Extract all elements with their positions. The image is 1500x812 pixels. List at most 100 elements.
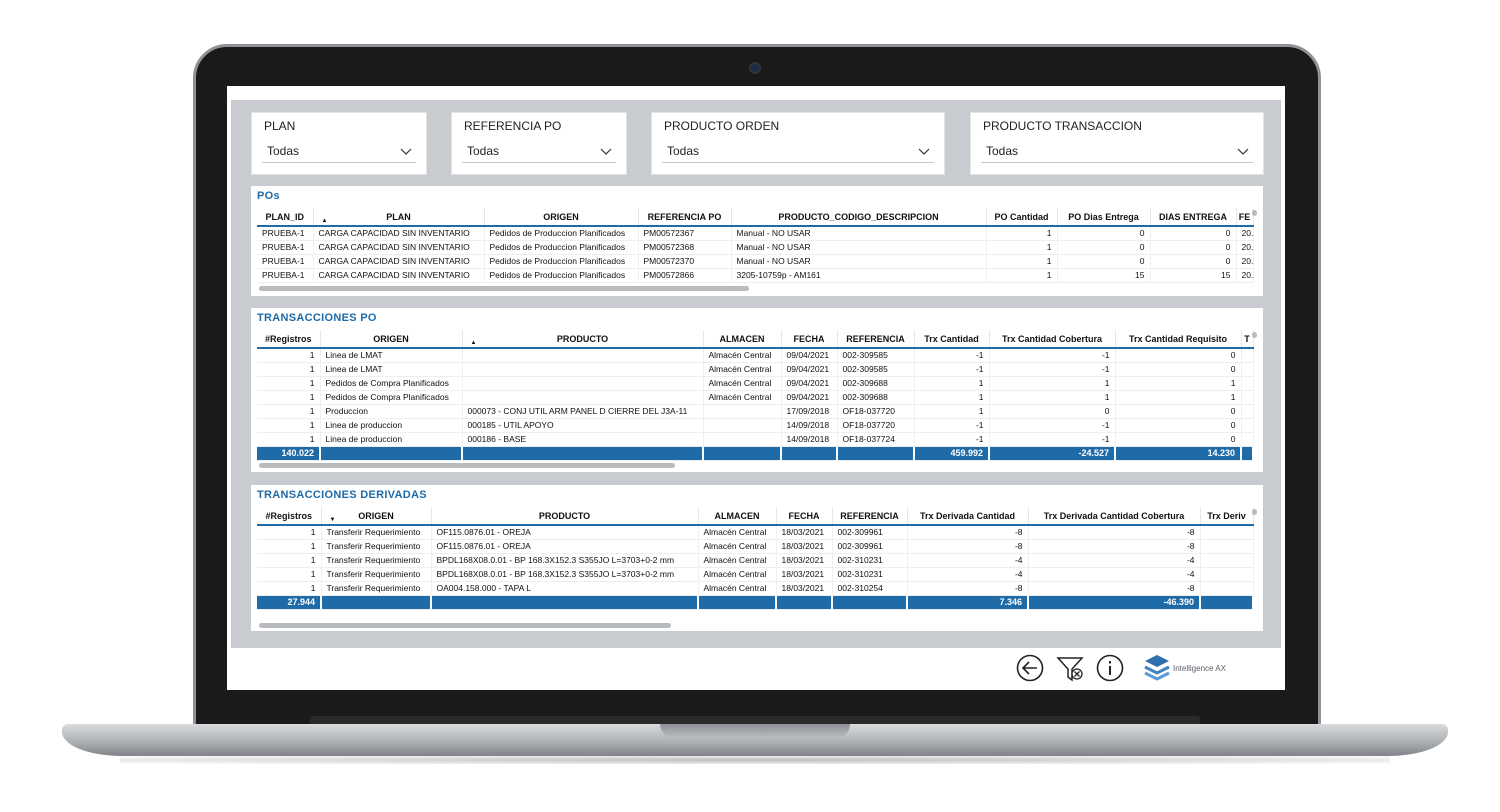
table-row[interactable]: 1 Linea de produccion 000186 - BASE 14/09/2…: [257, 432, 1254, 447]
column-header[interactable]: PRODUCTO ▲: [462, 330, 704, 349]
chevron-down-icon: [918, 148, 930, 155]
table-cell: OF18-037720: [837, 418, 915, 433]
table-cell: 1: [1115, 376, 1242, 391]
table-row[interactable]: PRUEBA-1 CARGA CAPACIDAD SIN INVENTARIO Pe…: [257, 240, 1254, 255]
table-cell: Linea de LMAT: [320, 362, 463, 377]
column-header[interactable]: PLAN ▲: [313, 208, 485, 227]
table-cell: 1: [257, 553, 322, 568]
table-cell: 18/03/2021: [776, 581, 833, 596]
table-cell: -8: [907, 539, 1029, 554]
table-cell: Pedidos de Compra Planificados: [320, 390, 463, 405]
filter-referencia-po-dropdown[interactable]: Todas: [462, 141, 616, 163]
table-cell: OA004.158.000 - TAPA L: [431, 581, 699, 596]
table-cell: 002-310231: [832, 553, 908, 568]
table-cell: OF115.0876.01 - OREJA: [431, 539, 699, 554]
sort-descending-icon: ▼: [329, 517, 336, 523]
clear-filter-icon[interactable]: [1055, 652, 1087, 684]
table-cell: -4: [907, 567, 1029, 582]
column-header[interactable]: #Registros: [257, 507, 322, 526]
horizontal-scrollbar[interactable]: [259, 623, 671, 628]
column-header[interactable]: ORIGEN: [484, 208, 639, 227]
table-row[interactable]: 1 Linea de LMAT Almacén Central 09/04/2021 0…: [257, 362, 1254, 377]
table-cell: Almacén Central: [703, 376, 782, 391]
table-row[interactable]: 1 Transferir Requerimiento OA004.158.000 -…: [257, 581, 1254, 596]
table-cell: 0: [1150, 254, 1237, 269]
pos-table: PLAN_ID PLAN ▲ ORIGEN REFERENCIA PO PRODU…: [257, 208, 1254, 283]
chevron-down-icon: [600, 148, 612, 155]
column-header[interactable]: Trx Derivada Cantidad: [907, 507, 1029, 526]
info-icon[interactable]: [1095, 652, 1125, 684]
table-cell: [1200, 553, 1254, 568]
column-header[interactable]: PO Cantidad: [986, 208, 1058, 227]
column-header[interactable]: #Registros: [257, 330, 321, 349]
column-header[interactable]: ALMACEN: [698, 507, 777, 526]
table-cell: -1: [914, 418, 990, 433]
table-header-row: #Registros ORIGEN PRODUCTO ▲ ALMACEN FECH…: [257, 330, 1254, 349]
table-cell: OF18-037720: [837, 404, 915, 419]
table-cell: 09/04/2021: [781, 348, 838, 363]
column-header[interactable]: REFERENCIA PO: [638, 208, 732, 227]
column-header[interactable]: Trx Cantidad: [914, 330, 990, 349]
column-header[interactable]: ORIGEN ▼: [321, 507, 432, 526]
column-header[interactable]: ALMACEN: [703, 330, 782, 349]
table-cell: 17/09/2018: [781, 404, 838, 419]
table-row[interactable]: 1 Transferir Requerimiento OF115.0876.01 -…: [257, 539, 1254, 554]
total-cell: [837, 446, 915, 461]
total-cell: -24.527: [989, 446, 1116, 461]
table-cell: Linea de produccion: [320, 432, 463, 447]
column-header[interactable]: FECHA: [781, 330, 838, 349]
table-row[interactable]: 1 Linea de produccion 000185 - UTIL APOYO 1…: [257, 418, 1254, 433]
column-header[interactable]: PLAN_ID: [257, 208, 314, 227]
column-header[interactable]: REFERENCIA: [837, 330, 915, 349]
table-row[interactable]: 1 Transferir Requerimiento OF115.0876.01 -…: [257, 525, 1254, 540]
table-row[interactable]: 1 Transferir Requerimiento BPDL168X08.0.01…: [257, 553, 1254, 568]
table-row[interactable]: 1 Linea de LMAT Almacén Central 09/04/2021 0…: [257, 348, 1254, 363]
filter-plan-dropdown[interactable]: Todas: [262, 141, 416, 163]
column-header[interactable]: FECHA: [776, 507, 833, 526]
table-row[interactable]: 1 Pedidos de Compra Planificados Almacén C…: [257, 376, 1254, 391]
table-row[interactable]: PRUEBA-1 CARGA CAPACIDAD SIN INVENTARIO Pe…: [257, 226, 1254, 241]
column-header[interactable]: DIAS ENTREGA: [1150, 208, 1237, 227]
vertical-scrollbar[interactable]: [1252, 509, 1257, 515]
table-cell: -1: [914, 362, 990, 377]
back-arrow-icon[interactable]: [1015, 652, 1045, 684]
filter-producto-orden-dropdown[interactable]: Todas: [662, 141, 934, 163]
filter-producto-transaccion-dropdown[interactable]: Todas: [981, 141, 1253, 163]
column-header[interactable]: PO Dias Entrega: [1057, 208, 1151, 227]
column-header[interactable]: Trx Cantidad Requisito: [1115, 330, 1242, 349]
table-cell: [1241, 362, 1254, 377]
horizontal-scrollbar[interactable]: [259, 286, 749, 291]
transacciones-derivadas-panel: TRANSACCIONES DERIVADAS #Registros ORIGE…: [251, 485, 1263, 631]
table-row[interactable]: PRUEBA-1 CARGA CAPACIDAD SIN INVENTARIO Pe…: [257, 254, 1254, 269]
table-cell: 1: [986, 268, 1058, 283]
horizontal-scrollbar[interactable]: [259, 463, 675, 468]
table-cell: 0: [1057, 226, 1151, 241]
table-cell: 1: [986, 254, 1058, 269]
column-header[interactable]: Trx Derivada Cantidad Cobertura: [1028, 507, 1201, 526]
table-cell: 1: [986, 226, 1058, 241]
table-cell: -4: [1028, 567, 1201, 582]
table-cell: 0: [1150, 226, 1237, 241]
total-cell: [462, 446, 704, 461]
filter-value: Todas: [267, 144, 300, 158]
total-cell: [321, 595, 432, 610]
vertical-scrollbar[interactable]: [1252, 210, 1257, 216]
column-header[interactable]: REFERENCIA: [832, 507, 908, 526]
table-cell: 0: [1057, 254, 1151, 269]
column-header[interactable]: Trx Deriv: [1200, 507, 1254, 526]
table-cell: 1: [257, 418, 321, 433]
column-header[interactable]: Trx Cantidad Cobertura: [989, 330, 1116, 349]
column-header[interactable]: FE: [1236, 208, 1254, 227]
column-header[interactable]: ORIGEN: [320, 330, 463, 349]
table-row[interactable]: 1 Pedidos de Compra Planificados Almacén C…: [257, 390, 1254, 405]
table-cell: -8: [907, 581, 1029, 596]
column-header[interactable]: PRODUCTO: [431, 507, 699, 526]
table-cell: 1: [257, 432, 321, 447]
vertical-scrollbar[interactable]: [1252, 332, 1257, 338]
table-cell: -1: [989, 348, 1116, 363]
table-cell: 1: [257, 390, 321, 405]
column-header[interactable]: PRODUCTO_CODIGO_DESCRIPCION: [731, 208, 987, 227]
table-row[interactable]: 1 Transferir Requerimiento BPDL168X08.0.01…: [257, 567, 1254, 582]
table-row[interactable]: 1 Produccion 000073 - CONJ UTIL ARM PANEL …: [257, 404, 1254, 419]
table-row[interactable]: PRUEBA-1 CARGA CAPACIDAD SIN INVENTARIO Pe…: [257, 268, 1254, 283]
